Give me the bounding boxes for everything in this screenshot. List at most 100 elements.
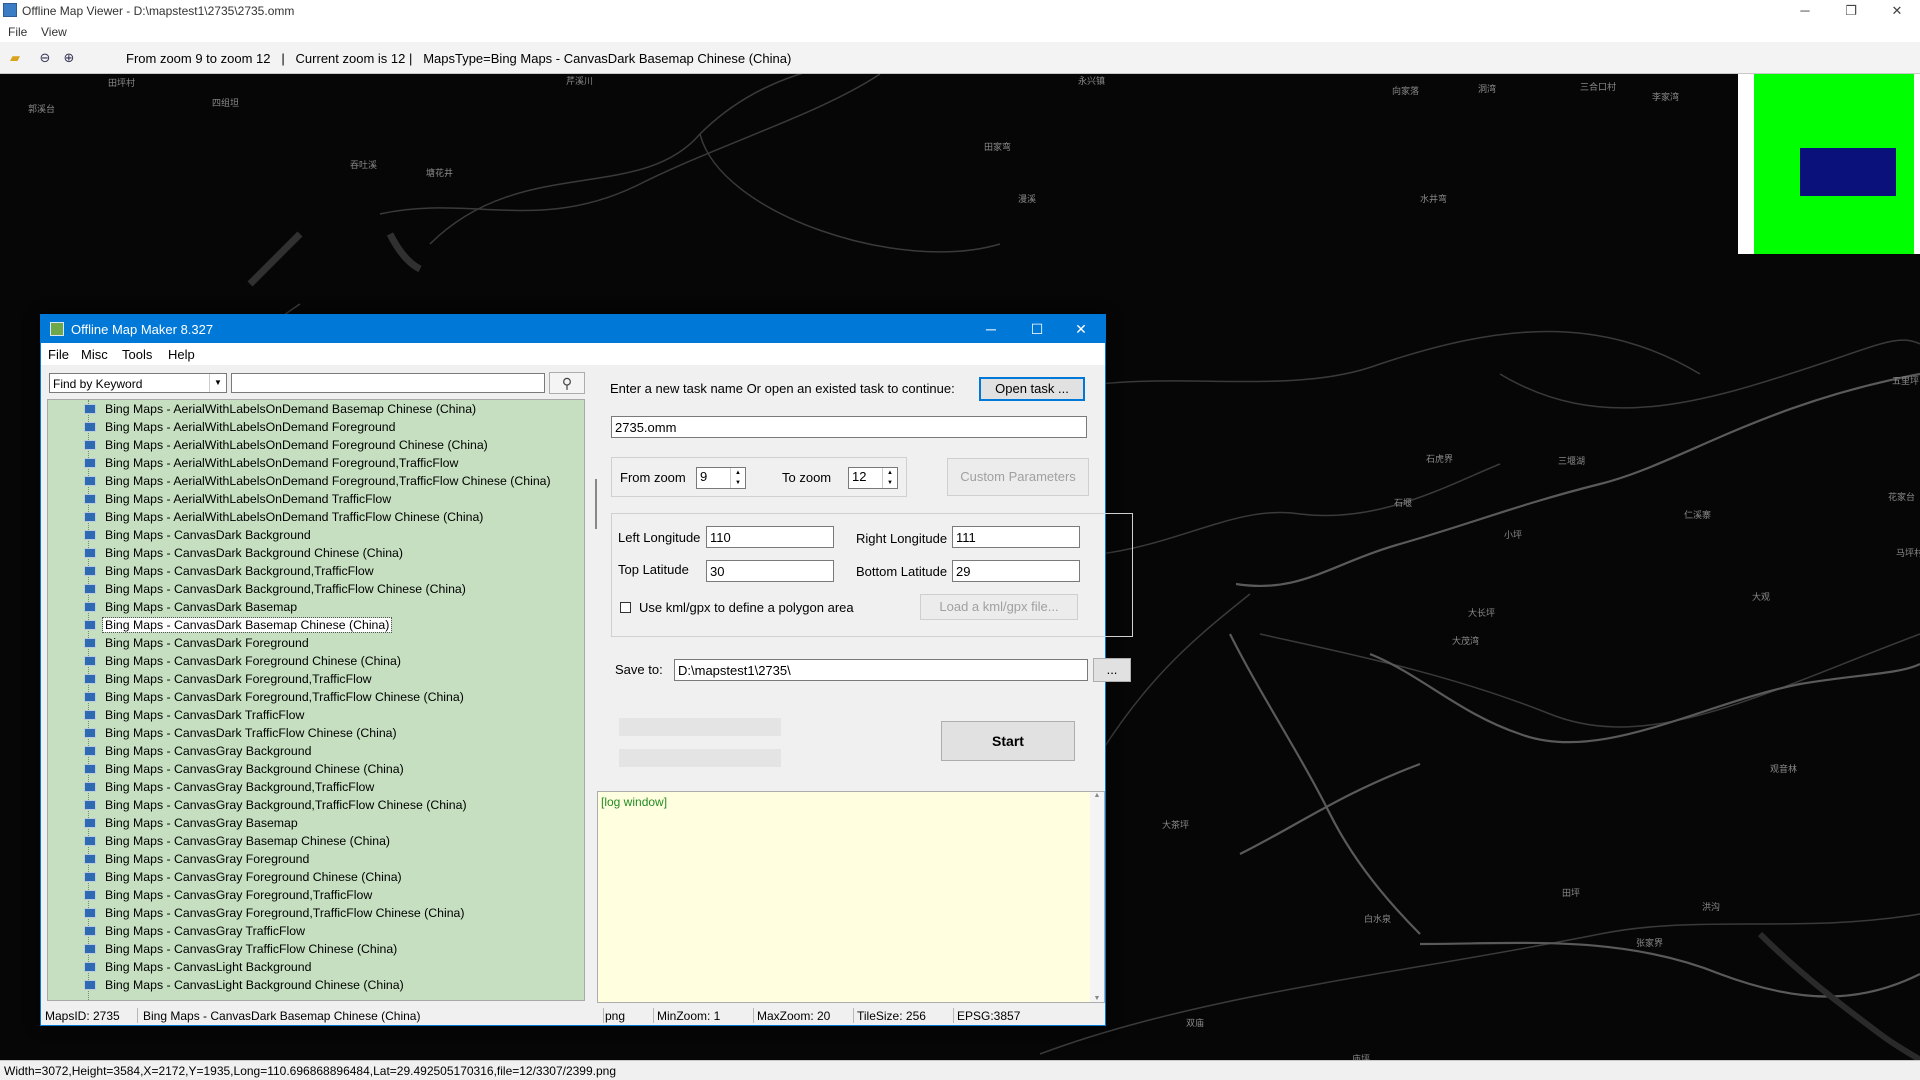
minimap-viewport[interactable] (1800, 148, 1896, 196)
dialog-maximize-icon[interactable]: ☐ (1015, 315, 1059, 343)
map-list-item[interactable]: Bing Maps - AerialWithLabelsOnDemand For… (84, 436, 490, 454)
map-list-item[interactable]: Bing Maps - CanvasGray Basemap Chinese (… (84, 832, 392, 850)
map-list-item[interactable]: Bing Maps - CanvasGray Background (84, 742, 313, 760)
spin-down-icon[interactable]: ▼ (883, 478, 897, 488)
spin-up-icon[interactable]: ▲ (731, 468, 745, 478)
map-list-item[interactable]: Bing Maps - AerialWithLabelsOnDemand Bas… (84, 400, 478, 418)
custom-parameters-button[interactable]: Custom Parameters (947, 458, 1089, 496)
dialog-menu-tools[interactable]: Tools (122, 347, 152, 362)
map-list-item[interactable]: Bing Maps - CanvasDark Background Chines… (84, 544, 405, 562)
map-list-item[interactable]: Bing Maps - AerialWithLabelsOnDemand For… (84, 472, 553, 490)
scrollbar-thumb[interactable] (595, 479, 597, 529)
close-icon[interactable]: ✕ (1874, 0, 1920, 22)
map-list-item[interactable]: Bing Maps - CanvasGray Foreground,Traffi… (84, 904, 467, 922)
maximize-icon[interactable]: ❐ (1828, 0, 1874, 22)
map-search-input[interactable] (231, 373, 545, 393)
menu-file[interactable]: File (8, 25, 27, 39)
map-list-item-label: Bing Maps - CanvasDark Foreground,Traffi… (105, 672, 372, 686)
dialog-minimize-icon[interactable]: ─ (969, 315, 1013, 343)
map-list-item[interactable]: Bing Maps - AerialWithLabelsOnDemand Tra… (84, 490, 393, 508)
map-list-item[interactable]: Bing Maps - CanvasDark Background (84, 526, 313, 544)
map-list-item[interactable]: Bing Maps - CanvasDark Foreground Chines… (84, 652, 403, 670)
map-layer-icon (84, 872, 96, 882)
viewer-status-bar: Width=3072,Height=3584,X=2172,Y=1935,Lon… (0, 1060, 1920, 1080)
log-window[interactable]: [log window] ▲ ▼ (597, 791, 1105, 1003)
viewer-status-text: Width=3072,Height=3584,X=2172,Y=1935,Lon… (4, 1064, 617, 1078)
dialog-menu-help[interactable]: Help (168, 347, 195, 362)
map-layer-icon (84, 656, 96, 666)
scroll-down-icon[interactable]: ▼ (1090, 995, 1104, 1002)
map-list-item[interactable]: Bing Maps - CanvasLight Background (84, 958, 313, 976)
open-folder-icon[interactable]: ▰ (6, 49, 24, 67)
map-place-label: 李家湾 (1652, 92, 1680, 102)
task-name-input[interactable] (611, 416, 1087, 438)
kml-checkbox[interactable] (620, 602, 631, 613)
overview-minimap[interactable] (1738, 74, 1920, 254)
map-list-item[interactable]: Bing Maps - CanvasDark Background,Traffi… (84, 580, 468, 598)
map-list-item[interactable]: Bing Maps - CanvasDark Basemap (84, 598, 299, 616)
find-mode-select[interactable]: Find by Keyword ▼ (49, 373, 227, 393)
minimize-icon[interactable]: ─ (1782, 0, 1828, 22)
map-list-item[interactable]: Bing Maps - CanvasDark TrafficFlow Chine… (84, 724, 399, 742)
search-button[interactable]: ⚲ (549, 372, 585, 394)
map-list-item-label: Bing Maps - CanvasGray Foreground Chines… (105, 870, 402, 884)
map-list-item-label: Bing Maps - CanvasGray Background (105, 744, 312, 758)
save-to-input[interactable] (674, 659, 1088, 681)
task-prompt-label: Enter a new task name Or open an existed… (610, 381, 955, 396)
map-list-item[interactable]: Bing Maps - CanvasDark TrafficFlow (84, 706, 306, 724)
map-list-item[interactable]: Bing Maps - CanvasGray Foreground,Traffi… (84, 886, 374, 904)
map-list-item[interactable]: Bing Maps - CanvasGray Foreground Chines… (84, 868, 404, 886)
left-longitude-input[interactable] (706, 526, 834, 548)
right-longitude-input[interactable] (952, 526, 1080, 548)
map-list-item-label: Bing Maps - AerialWithLabelsOnDemand Tra… (105, 510, 484, 524)
spin-down-icon[interactable]: ▼ (731, 478, 745, 488)
spin-up-icon[interactable]: ▲ (883, 468, 897, 478)
map-layer-icon (84, 800, 96, 810)
map-type-list[interactable]: Bing Maps - AerialWithLabelsOnDemand Bas… (47, 399, 585, 1001)
map-list-item[interactable]: Bing Maps - CanvasDark Basemap Chinese (… (84, 616, 393, 634)
from-zoom-value: 9 (700, 469, 708, 484)
map-list-item[interactable]: Bing Maps - CanvasLight Background Chine… (84, 976, 406, 994)
zoom-out-icon[interactable]: ⊖ (36, 49, 54, 67)
scroll-up-icon[interactable]: ▲ (1090, 792, 1104, 799)
map-list-item[interactable]: Bing Maps - CanvasGray TrafficFlow (84, 922, 307, 940)
status-min-zoom: MinZoom: 1 (657, 1009, 721, 1023)
map-list-item[interactable]: Bing Maps - AerialWithLabelsOnDemand Tra… (84, 508, 485, 526)
bottom-latitude-input[interactable] (952, 560, 1080, 582)
to-zoom-spinner[interactable]: 12 ▲ ▼ (848, 467, 898, 489)
map-list-item[interactable]: Bing Maps - AerialWithLabelsOnDemand For… (84, 418, 398, 436)
map-list-item[interactable]: Bing Maps - CanvasGray Background,Traffi… (84, 778, 376, 796)
map-place-label: 石虎界 (1426, 454, 1454, 464)
map-list-item[interactable]: Bing Maps - CanvasDark Foreground,Traffi… (84, 670, 374, 688)
map-list-item-label: Bing Maps - CanvasGray TrafficFlow Chine… (105, 942, 398, 956)
log-scrollbar[interactable]: ▲ ▼ (1090, 792, 1104, 1002)
map-list-item-label: Bing Maps - CanvasGray Foreground,Traffi… (105, 888, 373, 902)
top-latitude-input[interactable] (706, 560, 834, 582)
map-list-item-label: Bing Maps - CanvasDark Background (105, 528, 311, 542)
left-longitude-label: Left Longitude (618, 530, 701, 545)
open-task-button[interactable]: Open task ... (979, 377, 1085, 401)
map-list-item[interactable]: Bing Maps - CanvasGray Foreground (84, 850, 311, 868)
dialog-close-icon[interactable]: ✕ (1059, 315, 1103, 343)
map-place-label: 水井弯 (1420, 194, 1448, 204)
map-list-item-label: Bing Maps - CanvasGray Background,Traffi… (105, 780, 375, 794)
map-list-item[interactable]: Bing Maps - CanvasDark Foreground (84, 634, 311, 652)
map-list-item-label: Bing Maps - CanvasGray Foreground,Traffi… (105, 906, 465, 920)
browse-button[interactable]: ... (1093, 658, 1131, 682)
menu-view[interactable]: View (41, 25, 67, 39)
zoom-group: From zoom 9 ▲ ▼ To zoom 12 ▲ ▼ (611, 457, 907, 497)
map-list-item[interactable]: Bing Maps - CanvasGray Background Chines… (84, 760, 406, 778)
map-list-item[interactable]: Bing Maps - CanvasGray TrafficFlow Chine… (84, 940, 399, 958)
map-layer-icon (84, 440, 96, 450)
load-kml-button[interactable]: Load a kml/gpx file... (920, 594, 1078, 620)
map-list-item[interactable]: Bing Maps - AerialWithLabelsOnDemand For… (84, 454, 460, 472)
map-list-item[interactable]: Bing Maps - CanvasDark Foreground,Traffi… (84, 688, 466, 706)
map-list-item[interactable]: Bing Maps - CanvasGray Background,Traffi… (84, 796, 469, 814)
zoom-in-icon[interactable]: ⊕ (60, 49, 78, 67)
dialog-menu-file[interactable]: File (48, 347, 69, 362)
map-list-item[interactable]: Bing Maps - CanvasDark Background,Traffi… (84, 562, 376, 580)
dialog-menu-misc[interactable]: Misc (81, 347, 108, 362)
start-button[interactable]: Start (941, 721, 1075, 761)
from-zoom-spinner[interactable]: 9 ▲ ▼ (696, 467, 746, 489)
map-list-item[interactable]: Bing Maps - CanvasGray Basemap (84, 814, 300, 832)
